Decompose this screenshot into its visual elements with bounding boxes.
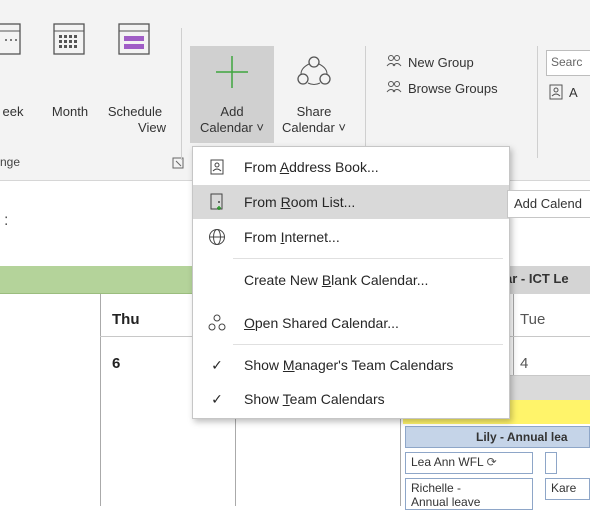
appointment-richelle-label: Richelle - [411,481,462,495]
schedule-label-1: Schedule [107,104,163,119]
recurring-icon: ⟳ [486,455,497,469]
add-calendar-label-2: Calendar ˅ [200,120,264,135]
ict-calendar-title: ar - ICT Le [505,271,569,286]
grid-line [100,294,101,506]
add-calendar-label: Add Calendar ˅ [190,104,274,136]
day-number-thu[interactable]: 6 [112,355,120,372]
add-calendar-menu: From Address Book... From Room List... F… [192,146,510,419]
address-book-button[interactable]: A [549,84,578,100]
menu-show-managers-team-calendars[interactable]: ✓ Show Manager's Team Calendars [193,348,509,382]
dialog-launcher-icon[interactable] [172,156,184,169]
menu-label: Show Manager's Team Calendars [244,357,454,373]
share-calendar-label-1: Share [296,104,332,119]
week-view-button[interactable]: eek [0,104,26,120]
checkmark-icon: ✓ [211,390,223,407]
day-number-tue[interactable]: 4 [520,355,528,372]
share-calendar-label-2: Calendar ˅ [282,120,346,135]
month-view-button[interactable]: Month [46,104,94,120]
date-range-fragment: : [4,212,9,229]
menu-from-internet[interactable]: From Internet... [193,220,509,254]
appointment-lily[interactable]: Lily - Annual lea [405,426,590,448]
share-calendar-icon [207,313,227,333]
group-icon [386,81,402,93]
appointment-richelle-sub: Annual leave [411,495,481,509]
address-book-label: A [569,84,578,100]
browse-groups-button[interactable]: Browse Groups [386,80,498,96]
menu-from-room-list[interactable]: From Room List... [193,185,509,219]
week-view-icon[interactable] [0,22,22,56]
week-label: eek [2,104,24,119]
menu-from-address-book[interactable]: From Address Book... [193,150,509,184]
menu-open-shared-calendar[interactable]: Open Shared Calendar... [193,306,509,340]
ribbon-separator [181,28,182,160]
address-book-icon [207,157,227,177]
new-group-button[interactable]: New Group [386,54,474,70]
menu-label: Open Shared Calendar... [244,315,399,331]
browse-groups-label: Browse Groups [408,80,498,96]
menu-create-new-blank-calendar[interactable]: Create New Blank Calendar... [193,263,509,297]
schedule-view-icon[interactable] [117,22,151,56]
room-list-icon [207,192,227,212]
appointment-lea-ann[interactable]: Lea Ann WFL ⟳ [405,452,533,474]
menu-separator [233,344,503,345]
menu-label: From Address Book... [244,159,379,175]
grid-line [513,294,514,376]
day-header-tue: Tue [520,311,546,328]
day-header-thu: Thu [112,311,140,328]
menu-label: Show Team Calendars [244,391,385,407]
appointment-lea-ann-label: Lea Ann WFL [411,455,484,469]
appointment-karen[interactable]: Kare [545,478,590,500]
arrange-group-label: nge [0,155,21,169]
share-calendar-icon[interactable] [296,54,332,88]
appointment-richelle[interactable]: Richelle - Annual leave [405,478,533,510]
menu-label: From Internet... [244,229,340,245]
new-group-label: New Group [408,54,474,70]
month-label: Month [51,104,89,119]
add-calendar-tooltip: Add Calend [507,190,590,218]
menu-show-team-calendars[interactable]: ✓ Show Team Calendars [193,382,509,416]
add-icon [212,52,252,92]
checkmark-icon: ✓ [211,356,223,373]
ribbon-separator [537,46,538,158]
globe-icon [207,227,227,247]
menu-label: From Room List... [244,194,356,210]
menu-label: Create New Blank Calendar... [244,272,429,288]
month-view-icon[interactable] [52,22,86,56]
share-calendar-button[interactable]: Share Calendar ˅ [274,104,354,136]
ribbon-separator [365,46,366,158]
add-calendar-button[interactable]: Add Calendar ˅ [190,46,274,143]
add-calendar-label-1: Add [220,104,244,119]
search-people-input[interactable]: Searc [546,50,590,76]
menu-separator [233,258,503,259]
schedule-view-button[interactable]: Schedule View [100,104,170,136]
appointment-blank[interactable] [545,452,557,474]
schedule-label-2: View [138,120,166,135]
group-icon [386,55,402,67]
address-book-icon [549,84,563,100]
